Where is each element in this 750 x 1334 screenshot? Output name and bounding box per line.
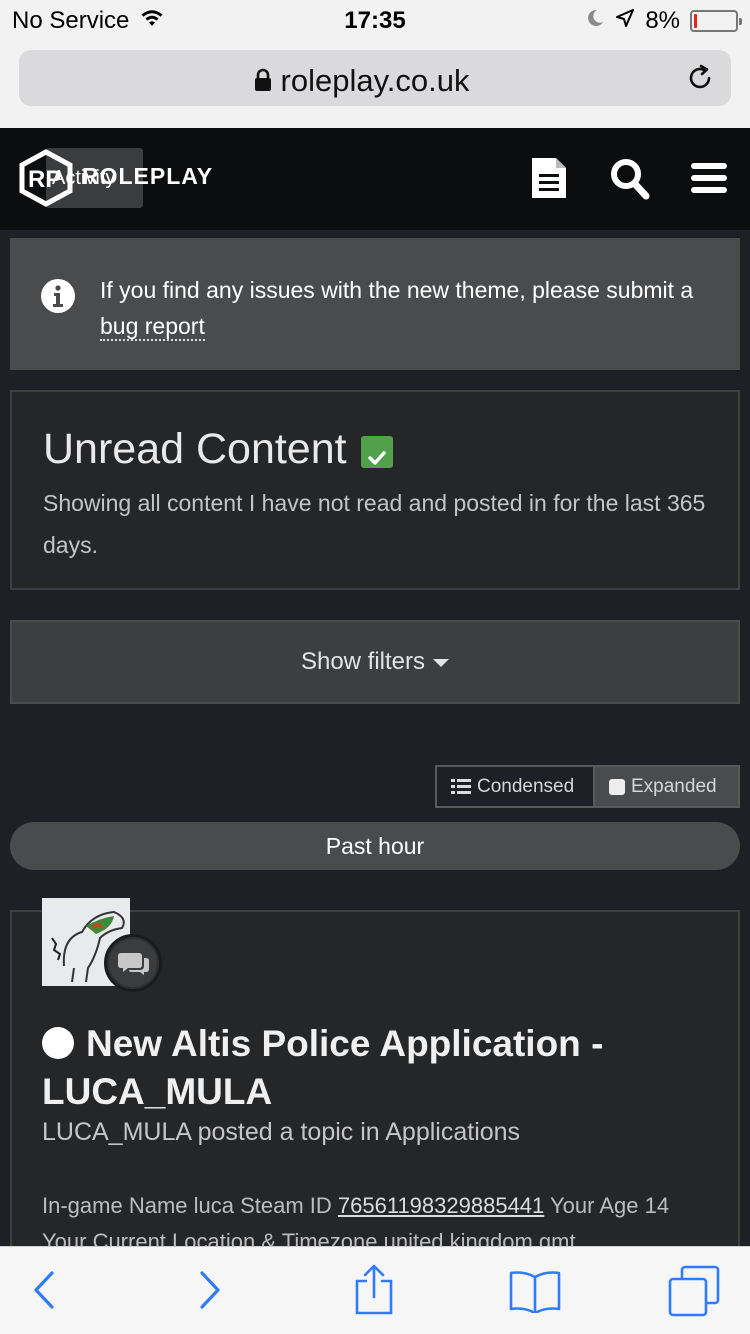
post-meta: LUCA_MULA posted a topic in Applications xyxy=(42,1118,521,1146)
theme-notice: If you find any issues with the new them… xyxy=(10,238,740,370)
svg-text:RP: RP xyxy=(28,166,61,193)
main-content: If you find any issues with the new them… xyxy=(0,230,750,1246)
browser-address-area: roleplay.co.uk xyxy=(0,40,750,128)
page-title-row: Unread Content xyxy=(43,425,393,474)
moon-icon xyxy=(585,7,605,35)
share-icon[interactable] xyxy=(354,1263,394,1320)
logo-wordmark: ROLEPLAY xyxy=(82,163,214,189)
battery-percent: 8% xyxy=(645,7,680,34)
square-icon xyxy=(609,778,625,795)
page-title: Unread Content xyxy=(43,425,347,473)
unread-dot-icon xyxy=(42,1027,74,1059)
show-filters-button[interactable]: Show filters xyxy=(10,620,740,704)
check-icon xyxy=(367,450,386,465)
address-bar[interactable]: roleplay.co.uk xyxy=(19,50,731,106)
post-title-text: New Altis Police Application - LUCA_MULA xyxy=(42,1023,604,1112)
tabs-icon[interactable] xyxy=(668,1265,720,1322)
view-mode-toggle: Condensed Expanded xyxy=(435,765,740,808)
back-icon[interactable] xyxy=(30,1267,56,1318)
search-icon[interactable] xyxy=(610,158,650,205)
info-icon xyxy=(40,278,76,319)
document-icon[interactable] xyxy=(530,156,568,205)
expanded-view-button[interactable]: Expanded xyxy=(595,767,738,806)
comments-icon xyxy=(118,953,149,975)
time-group-header: Past hour xyxy=(10,822,740,870)
expanded-label: Expanded xyxy=(631,776,717,797)
post-snippet: In-game Name luca Steam ID 7656119832988… xyxy=(42,1188,712,1246)
activity-item[interactable]: New Altis Police Application - LUCA_MULA… xyxy=(10,898,740,1246)
page-header-box: Unread Content Showing all content I hav… xyxy=(10,390,740,590)
hamburger-menu-icon[interactable] xyxy=(690,162,728,199)
notice-message: If you find any issues with the new them… xyxy=(100,277,694,303)
browser-toolbar xyxy=(0,1246,750,1334)
bookmarks-icon[interactable] xyxy=(508,1269,562,1318)
post-title[interactable]: New Altis Police Application - LUCA_MULA xyxy=(42,1020,702,1116)
location-arrow-icon xyxy=(615,7,635,35)
show-filters-label: Show filters xyxy=(300,648,426,675)
status-bar: No Service 17:35 8% xyxy=(0,0,750,40)
site-logo[interactable]: Activity RP ROLEPLAY xyxy=(18,147,228,208)
site-header: Activity RP ROLEPLAY xyxy=(0,128,750,230)
battery-fill xyxy=(694,14,697,28)
logo-hex-icon: RP xyxy=(19,149,73,207)
page-description: Showing all content I have not read and … xyxy=(43,490,706,558)
condensed-view-button[interactable]: Condensed xyxy=(437,767,595,806)
forward-icon[interactable] xyxy=(198,1267,224,1318)
battery-icon xyxy=(690,10,742,32)
steam-id-link[interactable]: 76561198329885441 xyxy=(338,1193,544,1218)
condensed-label: Condensed xyxy=(477,776,575,797)
notice-text: If you find any issues with the new them… xyxy=(100,272,710,344)
bug-report-link[interactable]: bug report xyxy=(100,313,205,341)
snippet-intro: In-game Name luca Steam ID xyxy=(42,1193,338,1218)
url-domain: roleplay.co.uk xyxy=(280,63,470,98)
reload-icon[interactable] xyxy=(685,63,715,98)
topic-type-badge xyxy=(104,934,162,992)
caret-down-icon xyxy=(433,658,450,667)
list-icon xyxy=(451,778,471,794)
mark-read-checkbox[interactable] xyxy=(360,435,393,468)
